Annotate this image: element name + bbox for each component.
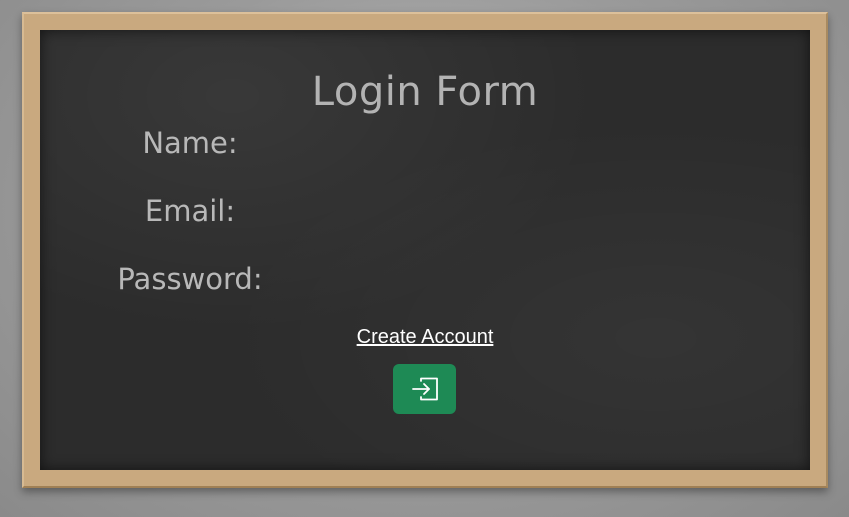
form-title: Login Form [311, 69, 539, 115]
login-submit-button[interactable] [393, 364, 456, 414]
name-label: Name: [142, 126, 238, 160]
email-label: Email: [144, 194, 236, 228]
chalkboard: Login Form Name: Email: Password: Create… [40, 30, 810, 470]
password-label: Password: [117, 262, 263, 296]
create-account-container: Create Account [40, 325, 810, 349]
login-icon [410, 376, 440, 402]
create-account-link[interactable]: Create Account [357, 326, 494, 348]
chalkboard-frame: Login Form Name: Email: Password: Create… [22, 12, 828, 488]
